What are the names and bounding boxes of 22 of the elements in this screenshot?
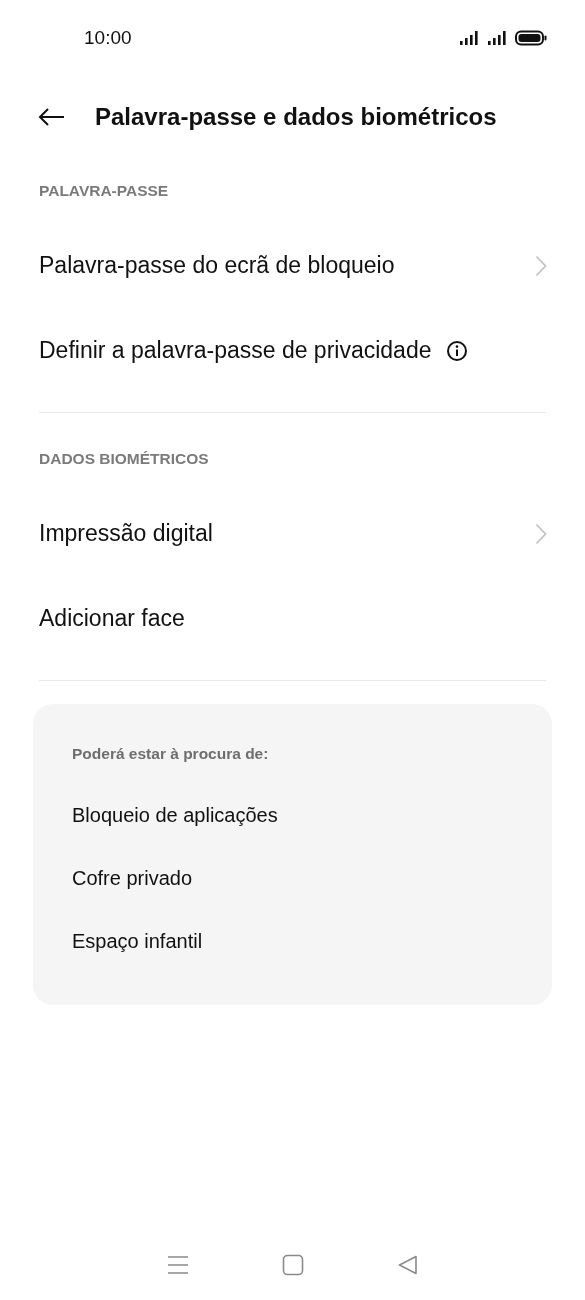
info-icon[interactable] [445,339,468,362]
status-time: 10:00 [84,26,132,49]
battery-icon [515,29,547,46]
suggestion-link[interactable]: Cofre privado [72,847,513,910]
suggestion-link[interactable]: Bloqueio de aplicações [72,784,513,847]
signal-icon [487,29,507,46]
home-icon[interactable] [281,1254,304,1276]
signal-icon [459,29,479,46]
section-header: DADOS BIOMÉTRICOS [38,449,210,469]
chevron-right-icon [535,522,547,545]
suggestion-link[interactable]: Espaço infantil [72,910,513,973]
back-button[interactable] [37,107,65,127]
menu-icon[interactable] [166,1255,189,1275]
section-header: PALAVRA-PASSE [38,181,170,201]
settings-item[interactable]: Impressão digital [0,491,585,576]
settings-item[interactable]: Definir a palavra-passe de privacidade [0,308,585,393]
chevron-right-icon [535,254,547,277]
settings-item[interactable]: Palavra-passe do ecrã de bloqueio [0,223,585,308]
back-nav-icon[interactable] [396,1254,419,1276]
settings-item[interactable]: Adicionar face [0,576,585,661]
suggestions-heading: Poderá estar à procura de: [72,744,270,764]
page-title: Palavra-passe e dados biométricos [95,103,497,131]
